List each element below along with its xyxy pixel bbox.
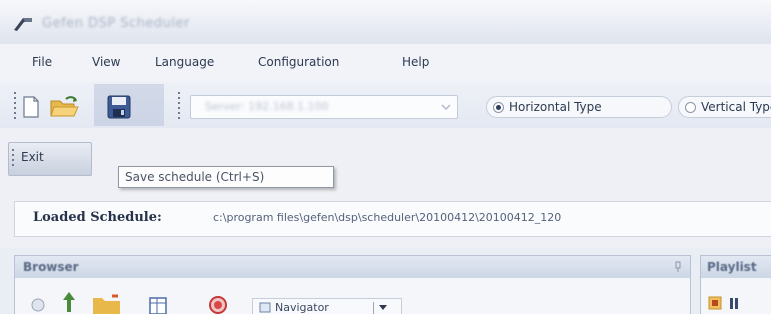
app-logo-icon[interactable] [13,16,33,32]
playlist-bars-icon[interactable] [728,296,742,310]
vertical-type-radio[interactable]: Vertical Type [678,96,771,118]
toolbar-grip-2[interactable] [178,92,180,122]
tooltip-text: Save schedule (Ctrl+S) [125,170,265,184]
server-select-value: Server: 192.168.1.100 [205,100,329,113]
new-document-icon[interactable] [22,96,40,118]
navigator-dropdown[interactable]: Navigator [252,298,402,314]
chevron-down-icon[interactable] [439,100,453,114]
playlist-header: Playlist [701,256,771,278]
browser-header: Browser [15,256,690,278]
toolbar-grip[interactable] [14,92,16,122]
folder-icon[interactable] [92,294,124,314]
stop-icon[interactable] [208,294,228,314]
exit-toolbar [0,128,771,188]
back-icon[interactable] [30,296,46,314]
save-tooltip: Save schedule (Ctrl+S) [118,166,334,188]
menu-view[interactable]: View [92,55,120,69]
exit-toolbar-grip[interactable] [12,149,14,167]
menu-configuration[interactable]: Configuration [258,55,339,69]
browser-title: Browser [23,260,79,274]
navigator-icon [259,302,271,313]
loaded-schedule-path: c:\program files\gefen\dsp\scheduler\201… [213,211,562,224]
pin-icon[interactable] [674,261,682,273]
radio-selected-indicator [493,102,504,113]
exit-button[interactable]: Exit [8,142,92,176]
menu-language[interactable]: Language [155,55,214,69]
radio-unselected-indicator [685,102,696,113]
playlist-title: Playlist [707,260,757,274]
open-folder-icon[interactable] [50,96,80,118]
up-arrow-icon[interactable] [60,290,78,314]
exit-label: Exit [21,150,44,164]
window-title: Gefen DSP Scheduler [42,16,190,31]
navigator-label: Navigator [275,301,329,314]
loaded-schedule-label: Loaded Schedule: [33,210,162,225]
horizontal-type-radio[interactable]: Horizontal Type [486,96,672,118]
playlist-item-icon[interactable] [708,296,722,310]
server-select[interactable]: Server: 192.168.1.100 [190,95,458,119]
loaded-schedule-bar: Loaded Schedule: c:\program files\gefen\… [14,201,771,237]
chevron-down-icon [379,305,387,310]
title-bar: Gefen DSP Scheduler [0,0,771,44]
menu-help[interactable]: Help [402,55,429,69]
horizontal-type-label: Horizontal Type [509,100,602,114]
menu-file[interactable]: File [32,55,52,69]
save-icon[interactable] [106,94,134,120]
view-grid-icon[interactable] [148,296,168,314]
menu-bar: File View Language Configuration Help [0,44,771,82]
vertical-type-label: Vertical Type [701,100,771,114]
navigator-separator [373,302,374,314]
